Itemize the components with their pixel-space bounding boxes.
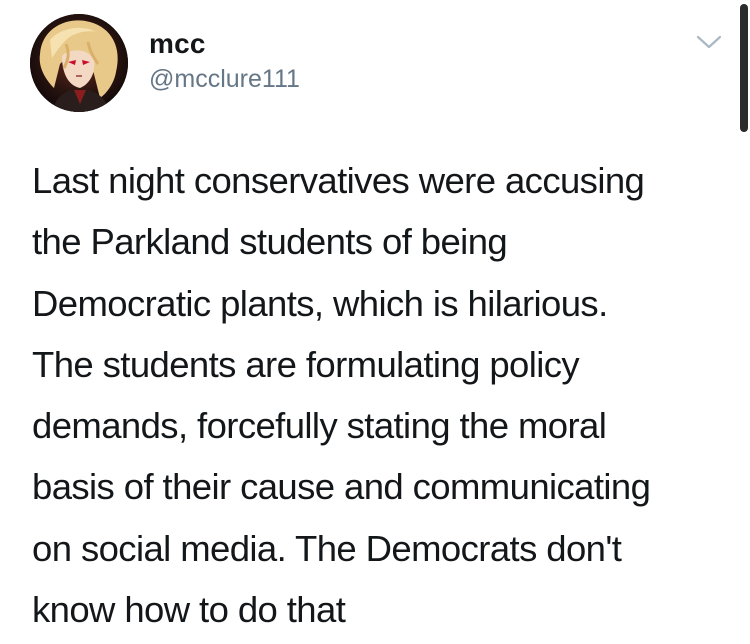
tweet-text-line: Last night conservatives were accusing	[32, 160, 645, 201]
anime-avatar-icon	[30, 14, 128, 112]
tweet-text-line: basis of their cause and communicating	[32, 466, 651, 508]
scrollbar[interactable]	[738, 0, 750, 140]
tweet-menu-button[interactable]	[694, 31, 724, 55]
user-avatar[interactable]	[30, 14, 128, 112]
chevron-down-icon	[696, 35, 722, 49]
user-handle[interactable]: @mcclure111	[149, 64, 300, 94]
scrollbar-thumb[interactable]	[740, 4, 748, 132]
tweet-text-line: demands, forcefully stating the moral	[32, 405, 607, 447]
tweet-text-line: know how to do that	[32, 589, 346, 631]
tweet-text-line: on social media. The Democrats don't	[32, 527, 622, 569]
tweet-text-line: The students are formulating policy	[32, 343, 580, 385]
tweet-text-line: Democratic plants, which is hilarious.	[32, 282, 608, 324]
tweet-text: Last night conservatives were accusing t…	[32, 150, 732, 640]
tweet-card: mcc @mcclure111 Last night conservatives…	[0, 0, 750, 644]
tweet-text-line: the Parkland students of being	[32, 221, 508, 263]
display-name[interactable]: mcc	[149, 28, 206, 60]
